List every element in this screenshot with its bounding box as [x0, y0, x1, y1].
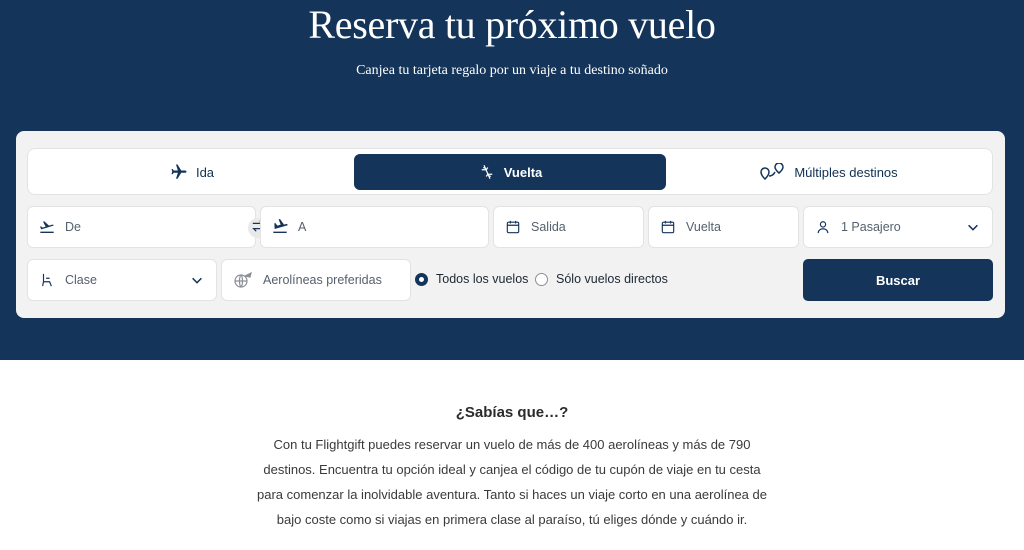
info-heading: ¿Sabías que…?	[455, 404, 569, 421]
tab-multi-city[interactable]: Múltiples destinos	[669, 154, 989, 190]
origin-field[interactable]: De	[27, 206, 256, 248]
class-dropdown[interactable]: Clase	[27, 259, 217, 301]
page-subtitle: Canjea tu tarjeta regalo por un viaje a …	[356, 63, 668, 78]
return-placeholder: Vuelta	[686, 220, 721, 234]
passengers-dropdown[interactable]: 1 Pasajero	[803, 206, 993, 248]
page-title: Reserva tu próximo vuelo	[308, 2, 716, 47]
search-button[interactable]: Buscar	[803, 259, 993, 301]
radio-selected-icon	[415, 272, 428, 286]
multi-pin-icon	[760, 163, 786, 181]
filter-direct-flights[interactable]: Sólo vuelos directos	[535, 272, 668, 286]
destination-placeholder: A	[298, 220, 307, 234]
tab-round-trip[interactable]: Vuelta	[354, 154, 666, 190]
hero-banner: Reserva tu próximo vuelo Canjea tu tarje…	[0, 0, 1024, 360]
info-paragraph: Con tu Flightgift puedes reservar un vue…	[257, 437, 767, 527]
passengers-value: 1 Pasajero	[841, 220, 901, 234]
tab-one-way[interactable]: Ida	[33, 154, 351, 190]
tab-one-way-label: Ida	[195, 164, 215, 180]
chevron-down-icon	[190, 273, 204, 290]
chevron-down-icon	[966, 220, 980, 237]
calendar-icon	[660, 219, 676, 235]
round-trip-plane-icon	[478, 163, 496, 181]
seat-icon	[39, 272, 55, 288]
filter-direct-flights-label: Sólo vuelos directos	[556, 272, 668, 286]
tab-multi-city-label: Múltiples destinos	[794, 164, 898, 180]
globe-plane-icon	[233, 272, 253, 288]
origin-placeholder: De	[65, 220, 81, 234]
departure-date-field[interactable]: Salida	[493, 206, 644, 248]
calendar-icon	[505, 219, 521, 235]
departure-placeholder: Salida	[531, 220, 566, 234]
takeoff-icon	[39, 219, 55, 235]
flight-search-card: Ida Vuelta Múltiples destinos De A Salid…	[16, 131, 1005, 318]
radio-unselected-icon	[535, 272, 548, 286]
plane-icon	[170, 163, 188, 181]
person-icon	[815, 219, 831, 235]
tab-round-trip-label: Vuelta	[503, 164, 543, 180]
airlines-placeholder: Aerolíneas preferidas	[263, 273, 382, 287]
trip-type-tabs: Ida Vuelta Múltiples destinos	[27, 148, 993, 195]
landing-icon	[272, 219, 288, 235]
return-date-field[interactable]: Vuelta	[648, 206, 799, 248]
filter-all-flights-label: Todos los vuelos	[436, 272, 529, 286]
preferred-airlines-field[interactable]: Aerolíneas preferidas	[221, 259, 411, 301]
filter-all-flights[interactable]: Todos los vuelos	[415, 272, 528, 286]
destination-field[interactable]: A	[260, 206, 489, 248]
class-placeholder: Clase	[65, 273, 97, 287]
